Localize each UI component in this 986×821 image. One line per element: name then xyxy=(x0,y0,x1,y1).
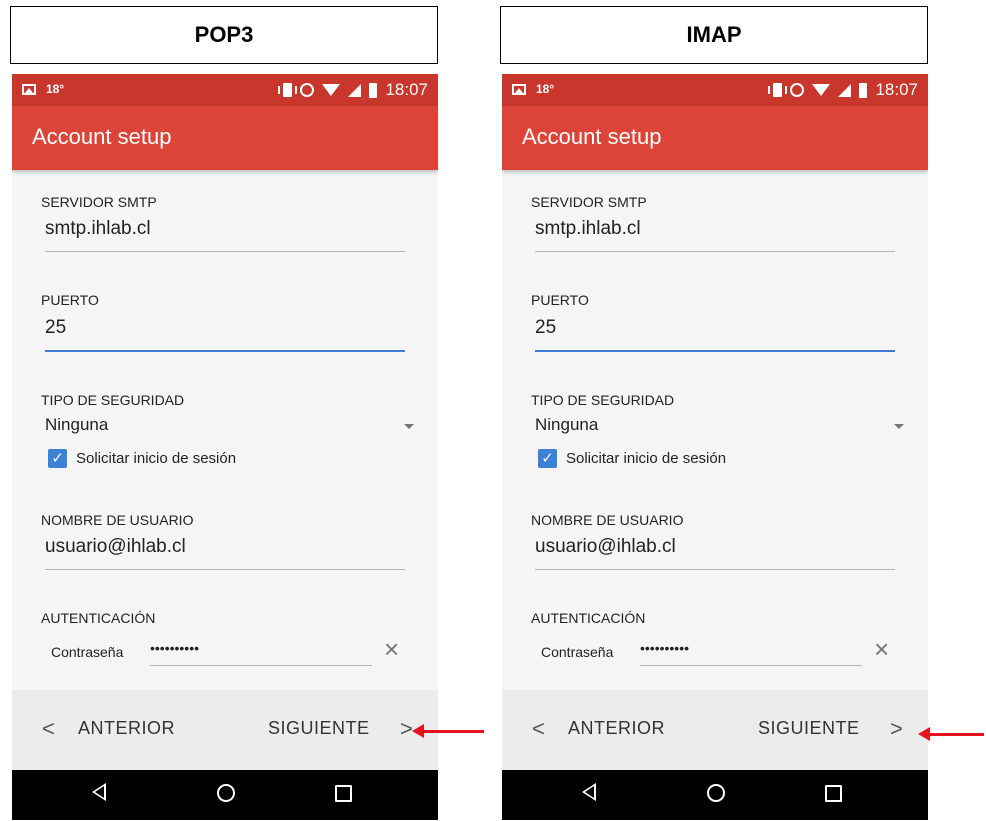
username-underline xyxy=(535,569,895,570)
system-nav-bar xyxy=(12,770,438,820)
clear-icon[interactable]: × xyxy=(384,634,399,665)
dropdown-arrow-icon[interactable] xyxy=(894,424,904,429)
battery-icon xyxy=(369,82,378,98)
password-input[interactable]: •••••••••• xyxy=(640,640,689,656)
password-underline xyxy=(640,665,862,666)
image-notification-icon xyxy=(22,83,36,95)
authentication-label: AUTENTICACIÓN xyxy=(531,610,646,626)
username-input[interactable]: usuario@ihlab.cl xyxy=(535,536,676,558)
password-underline xyxy=(150,665,372,666)
red-arrow-icon xyxy=(412,724,484,738)
clear-icon[interactable]: × xyxy=(874,634,889,665)
signal-icon xyxy=(838,83,852,97)
smtp-server-label: SERVIDOR SMTP xyxy=(531,194,647,210)
app-bar: Account setup xyxy=(502,106,928,170)
require-signin-checkbox[interactable]: ✓ xyxy=(538,449,557,468)
back-icon[interactable] xyxy=(92,783,106,801)
page-title: Account setup xyxy=(32,124,172,149)
password-label: Contraseña xyxy=(541,644,614,660)
smtp-server-label: SERVIDOR SMTP xyxy=(41,194,157,210)
app-bar: Account setup xyxy=(12,106,438,170)
battery-icon xyxy=(859,82,868,98)
wifi-icon xyxy=(322,84,341,96)
password-label: Contraseña xyxy=(51,644,124,660)
require-signin-label: Solicitar inicio de sesión xyxy=(76,450,237,467)
port-input[interactable]: 25 xyxy=(535,317,556,339)
imap-panel: IMAP 18° 18:07 Account setup SERVIDOR SM… xyxy=(500,6,930,820)
chevron-right-icon[interactable]: > xyxy=(890,716,903,742)
username-label: NOMBRE DE USUARIO xyxy=(531,512,684,528)
previous-button[interactable]: ANTERIOR xyxy=(78,718,175,739)
password-input[interactable]: •••••••••• xyxy=(150,640,199,656)
smtp-server-input[interactable]: smtp.ihlab.cl xyxy=(535,218,641,240)
clock-text: 18:07 xyxy=(385,80,428,99)
clock-text: 18:07 xyxy=(875,80,918,99)
next-button[interactable]: SIGUIENTE xyxy=(268,718,370,739)
port-input[interactable]: 25 xyxy=(45,317,66,339)
bottom-nav-bar: < ANTERIOR SIGUIENTE > xyxy=(12,690,438,770)
home-icon[interactable] xyxy=(707,784,725,802)
chevron-left-icon[interactable]: < xyxy=(42,716,55,742)
recents-icon[interactable] xyxy=(825,785,842,802)
panel-label: IMAP xyxy=(500,6,928,64)
pop3-panel: POP3 18° 18:07 Account setup SERVIDOR SM… xyxy=(10,6,440,820)
username-input[interactable]: usuario@ihlab.cl xyxy=(45,536,186,558)
next-button[interactable]: SIGUIENTE xyxy=(758,718,860,739)
require-signin-checkbox[interactable]: ✓ xyxy=(48,449,67,468)
phone-screen: 18° 18:07 Account setup SERVIDOR SMTP sm… xyxy=(502,74,928,820)
port-underline xyxy=(45,350,405,352)
port-underline xyxy=(535,350,895,352)
vibrate-icon xyxy=(768,83,788,97)
back-icon[interactable] xyxy=(582,783,596,801)
port-label: PUERTO xyxy=(41,292,99,308)
previous-button[interactable]: ANTERIOR xyxy=(568,718,665,739)
vibrate-icon xyxy=(278,83,298,97)
smtp-server-underline xyxy=(535,251,895,252)
page-title: Account setup xyxy=(522,124,662,149)
port-label: PUERTO xyxy=(531,292,589,308)
security-type-select[interactable]: Ninguna xyxy=(535,415,598,435)
username-underline xyxy=(45,569,405,570)
status-bar: 18° 18:07 xyxy=(12,74,438,106)
image-notification-icon xyxy=(512,83,526,95)
alarm-icon xyxy=(790,83,805,97)
temperature-text: 18° xyxy=(536,82,555,96)
home-icon[interactable] xyxy=(217,784,235,802)
chevron-right-icon[interactable]: > xyxy=(400,716,413,742)
red-arrow-icon xyxy=(918,727,984,741)
system-nav-bar xyxy=(502,770,928,820)
bottom-nav-bar: < ANTERIOR SIGUIENTE > xyxy=(502,690,928,770)
authentication-label: AUTENTICACIÓN xyxy=(41,610,156,626)
username-label: NOMBRE DE USUARIO xyxy=(41,512,194,528)
chevron-left-icon[interactable]: < xyxy=(532,716,545,742)
wifi-icon xyxy=(812,84,831,96)
require-signin-label: Solicitar inicio de sesión xyxy=(566,450,727,467)
status-bar: 18° 18:07 xyxy=(502,74,928,106)
temperature-text: 18° xyxy=(46,82,65,96)
security-type-select[interactable]: Ninguna xyxy=(45,415,108,435)
smtp-server-underline xyxy=(45,251,405,252)
smtp-server-input[interactable]: smtp.ihlab.cl xyxy=(45,218,151,240)
security-type-label: TIPO DE SEGURIDAD xyxy=(41,392,185,408)
phone-screen: 18° 18:07 Account setup SERVIDOR SMTP sm… xyxy=(12,74,438,820)
recents-icon[interactable] xyxy=(335,785,352,802)
alarm-icon xyxy=(300,83,315,97)
security-type-label: TIPO DE SEGURIDAD xyxy=(531,392,675,408)
signal-icon xyxy=(348,83,362,97)
panel-label: POP3 xyxy=(10,6,438,64)
dropdown-arrow-icon[interactable] xyxy=(404,424,414,429)
